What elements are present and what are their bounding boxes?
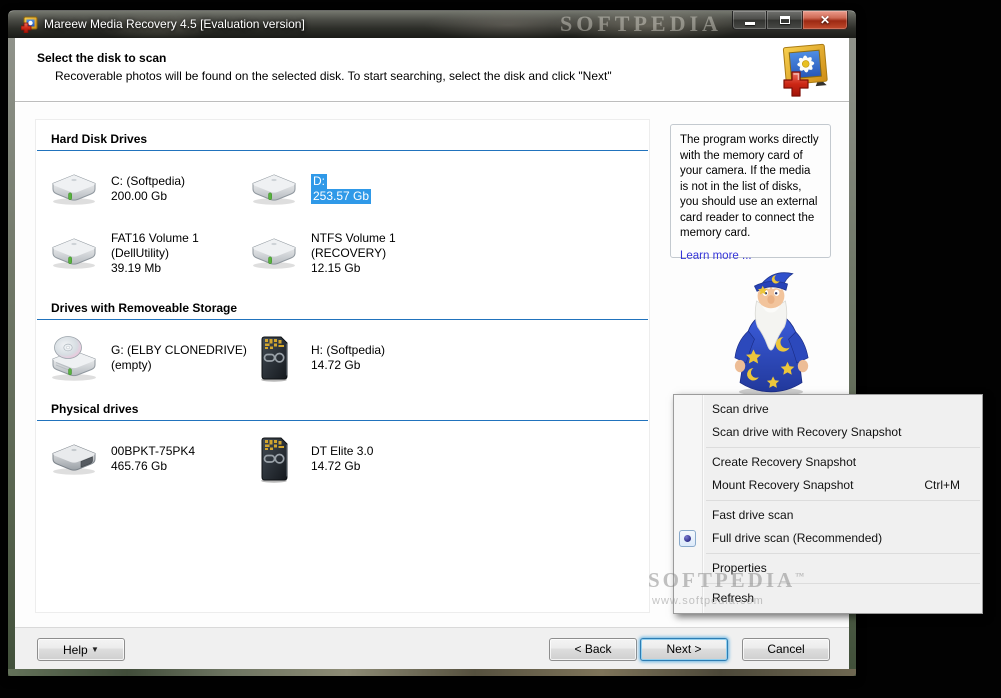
back-button[interactable]: < Back (549, 638, 637, 661)
window-border-left (8, 38, 15, 676)
window-title: Mareew Media Recovery 4.5 [Evaluation ve… (44, 17, 305, 31)
wizard-header: Select the disk to scan Recoverable phot… (15, 38, 849, 102)
menu-item-fast-drive-scan[interactable]: Fast drive scan (674, 504, 982, 527)
drive-size-line: 253.57 Gb (311, 189, 371, 204)
menu-item-refresh[interactable]: Refresh (674, 587, 982, 610)
drive-label-line: FAT16 Volume 1 (111, 231, 199, 246)
drive-label-line: NTFS Volume 1 (311, 231, 396, 246)
close-button[interactable]: ✕ (802, 11, 848, 30)
hard-disk-icon (46, 236, 102, 270)
hard-disk-icon (246, 172, 302, 206)
drive-size-line: 14.72 Gb (311, 358, 360, 373)
menu-separator (706, 553, 980, 554)
hard-disk-icon (246, 236, 302, 270)
section-label-physical-drives: Physical drives (51, 402, 649, 416)
sd-card-icon (246, 334, 302, 382)
drive-item-d-selected[interactable]: D:253.57 Gb (236, 163, 649, 215)
screenshot-background: SOFTPEDIA Mareew Media Recovery 4.5 [Eva… (0, 0, 1001, 698)
menu-item-create-recovery-snapshot[interactable]: Create Recovery Snapshot (674, 451, 982, 474)
wizard-mascot-image (715, 267, 827, 397)
drive-item-dt-elite[interactable]: DT Elite 3.014.72 Gb (236, 433, 649, 485)
menu-shortcut: Ctrl+M (924, 474, 982, 497)
hard-disk-icon (46, 172, 102, 206)
minimize-icon (745, 22, 755, 25)
menu-item-scan-drive[interactable]: Scan drive (674, 398, 982, 421)
minimize-button[interactable] (732, 11, 767, 30)
drive-label-line: H: (Softpedia) (311, 343, 385, 358)
app-logo-icon (777, 43, 833, 97)
next-button[interactable]: Next > (640, 638, 728, 661)
close-icon: ✕ (820, 14, 830, 26)
cd-drive-icon (46, 334, 102, 382)
drive-label-line: 00BPKT-75PK4 (111, 444, 195, 459)
drive-size-line: 465.76 Gb (111, 459, 167, 474)
drive-item-ntfs[interactable]: NTFS Volume 1(RECOVERY)12.15 Gb (236, 227, 649, 279)
drive-item-h[interactable]: H: (Softpedia)14.72 Gb (236, 332, 649, 384)
menu-item-mount-recovery-snapshot[interactable]: Mount Recovery SnapshotCtrl+M (674, 474, 982, 497)
page-subtitle: Recoverable photos will be found on the … (55, 69, 612, 83)
drive-size-line: 200.00 Gb (111, 189, 167, 204)
info-text: The program works directly with the memo… (680, 133, 821, 242)
drive-label-line: G: (ELBY CLONEDRIVE) (111, 343, 247, 358)
window-controls: ✕ (732, 11, 848, 30)
maximize-icon (780, 16, 790, 24)
drive-size-line: 12.15 Gb (311, 261, 360, 276)
menu-separator (706, 500, 980, 501)
section-label-removeable-storage: Drives with Removeable Storage (51, 301, 649, 315)
drive-label-line: (DellUtility) (111, 246, 169, 261)
drive-label-line: D: (311, 174, 327, 189)
softpedia-titlebar-watermark: SOFTPEDIA (560, 11, 722, 37)
drive-label-line: DT Elite 3.0 (311, 444, 373, 459)
drive-size-line: (empty) (111, 358, 152, 373)
learn-more-link[interactable]: Learn more ... (680, 249, 821, 265)
section-underline (37, 420, 648, 421)
drive-label-line: C: (Softpedia) (111, 174, 185, 189)
drive-size-line: 39.19 Mb (111, 261, 161, 276)
button-bar: Help ▼ < Back Next > Cancel (15, 627, 849, 669)
drive-item-c[interactable]: C: (Softpedia)200.00 Gb (36, 163, 236, 215)
maximize-button[interactable] (767, 11, 802, 30)
drive-list-panel: Hard Disk Drives C: (Softpedia)200.00 Gb… (35, 119, 650, 613)
sd-card-icon (246, 435, 302, 483)
help-dropdown-arrow-icon: ▼ (91, 645, 99, 654)
page-title: Select the disk to scan (37, 51, 166, 65)
drive-item-g[interactable]: G: (ELBY CLONEDRIVE)(empty) (36, 332, 236, 384)
drive-item-00bpkt[interactable]: 00BPKT-75PK4465.76 Gb (36, 433, 236, 485)
help-button[interactable]: Help ▼ (37, 638, 125, 661)
menu-item-scan-drive-with-recovery-snapshot[interactable]: Scan drive with Recovery Snapshot (674, 421, 982, 444)
context-menu: Scan drive Scan drive with Recovery Snap… (673, 394, 983, 614)
section-underline (37, 319, 648, 320)
menu-separator (706, 447, 980, 448)
window-border-bottom (8, 669, 856, 676)
menu-separator (706, 583, 980, 584)
drive-item-fat16[interactable]: FAT16 Volume 1(DellUtility)39.19 Mb (36, 227, 236, 279)
physical-disk-icon (46, 442, 102, 476)
drive-label-line: (RECOVERY) (311, 246, 386, 261)
app-icon (21, 16, 38, 33)
menu-item-properties[interactable]: Properties (674, 557, 982, 580)
section-underline (37, 150, 648, 151)
titlebar[interactable]: SOFTPEDIA Mareew Media Recovery 4.5 [Eva… (8, 10, 856, 38)
drive-size-line: 14.72 Gb (311, 459, 360, 474)
cancel-button[interactable]: Cancel (742, 638, 830, 661)
radio-selected-icon[interactable] (679, 530, 696, 547)
section-label-hard-disk-drives: Hard Disk Drives (51, 132, 649, 146)
info-panel: The program works directly with the memo… (670, 124, 831, 258)
menu-item-full-drive-scan[interactable]: Full drive scan (Recommended) (674, 527, 982, 550)
